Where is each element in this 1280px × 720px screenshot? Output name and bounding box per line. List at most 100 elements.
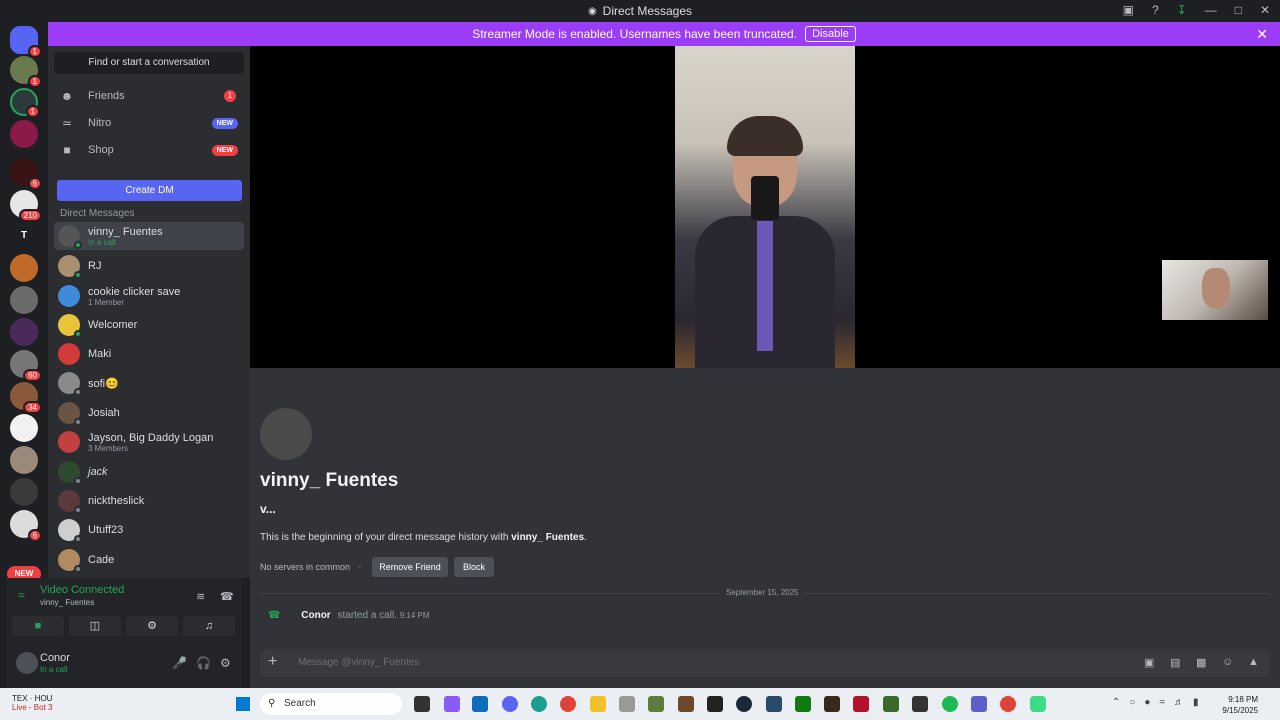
gif-icon[interactable]: ▤	[1170, 656, 1180, 669]
camera-button[interactable]: ■	[12, 616, 64, 636]
voice-channel[interactable]: vinny_ Fuentes	[40, 598, 94, 607]
copilot-icon[interactable]	[444, 696, 460, 712]
add-attachment-icon[interactable]: +	[268, 653, 277, 671]
app-icon[interactable]	[853, 696, 869, 712]
taskbar-search[interactable]: ⚲ Search	[260, 693, 402, 715]
server-icon[interactable]	[10, 478, 38, 506]
server-icon[interactable]: 1	[10, 56, 42, 88]
file-explorer-icon[interactable]	[590, 696, 606, 712]
history-beginning: This is the beginning of your direct mes…	[260, 532, 587, 543]
settings-gear-icon[interactable]: ⚙	[220, 656, 231, 670]
apps-icon[interactable]: ▲	[1248, 656, 1259, 668]
sticker-icon[interactable]: ▩	[1196, 656, 1206, 669]
disconnect-icon[interactable]: ☎	[220, 590, 234, 603]
avatar[interactable]	[16, 652, 38, 674]
dm-item[interactable]: Josiah	[54, 399, 244, 427]
activity-button[interactable]: ⚙	[126, 616, 178, 636]
app-icon[interactable]	[766, 696, 782, 712]
taskbar-clock[interactable]: 9:18 PM 9/15/2025	[1222, 694, 1258, 716]
avatar	[58, 490, 82, 514]
download-icon[interactable]: ↧	[1177, 3, 1187, 17]
inbox-icon[interactable]: ▣	[1123, 3, 1134, 17]
status-indicator	[74, 418, 82, 426]
dm-item[interactable]: nicktheslick	[54, 487, 244, 515]
block-button[interactable]: Block	[454, 557, 494, 577]
main-video-feed[interactable]	[675, 46, 855, 368]
dm-item[interactable]: Maki	[54, 340, 244, 368]
home-button[interactable]: 1	[10, 26, 42, 58]
server-icon[interactable]	[10, 254, 38, 282]
chrome-icon[interactable]	[560, 696, 576, 712]
emoji-icon[interactable]: ☺	[1222, 656, 1233, 668]
edge-icon[interactable]	[531, 696, 547, 712]
epic-games-icon[interactable]	[707, 696, 723, 712]
teams-icon[interactable]	[971, 696, 987, 712]
dm-item[interactable]: Welcomer	[54, 311, 244, 339]
server-icon[interactable]	[10, 446, 38, 474]
close-window-button[interactable]: ✕	[1260, 3, 1270, 17]
server-icon[interactable]	[10, 414, 38, 442]
server-icon[interactable]: 34	[10, 382, 42, 414]
server-icon[interactable]: 6	[10, 158, 42, 190]
app-icon[interactable]	[883, 696, 899, 712]
headphones-icon[interactable]: 🎧	[196, 656, 211, 670]
game-app-icon[interactable]	[648, 696, 664, 712]
signal-icon[interactable]: ≈	[18, 588, 25, 602]
nav-nitro[interactable]: ≃ Nitro NEW	[54, 111, 244, 135]
disable-streamer-button[interactable]: Disable	[805, 26, 856, 42]
dm-item[interactable]: vinny_ Fuentes In a call	[54, 222, 244, 250]
mouse-app-icon[interactable]	[619, 696, 635, 712]
avatar	[58, 519, 82, 543]
message-input[interactable]: Message @vinny_ Fuentes	[298, 657, 419, 668]
minecraft-icon[interactable]	[678, 696, 694, 712]
dm-item[interactable]: sofi😊	[54, 369, 244, 397]
xbox-icon[interactable]	[795, 696, 811, 712]
find-conversation-button[interactable]: Find or start a conversation	[54, 52, 244, 74]
server-icon[interactable]	[10, 286, 38, 314]
maximize-button[interactable]: □	[1235, 3, 1242, 17]
clock-date: 9/15/2025	[1222, 706, 1258, 715]
soundboard-button[interactable]: ♫	[183, 616, 235, 636]
app-icon[interactable]	[1030, 696, 1046, 712]
video-stage[interactable]	[250, 46, 1280, 368]
close-banner-icon[interactable]: ✕	[1256, 26, 1268, 43]
self-video-pip[interactable]	[1162, 260, 1268, 320]
dm-item[interactable]: cookie clicker save 1 Member	[54, 282, 244, 310]
message-composer[interactable]: + Message @vinny_ Fuentes ▣ ▤ ▩ ☺ ▲	[260, 649, 1270, 677]
system-tray[interactable]: ⌃○●≈♬▮	[1112, 697, 1207, 708]
server-icon[interactable]: 210	[10, 190, 42, 222]
unity-icon[interactable]	[912, 696, 928, 712]
nav-shop[interactable]: ■ Shop NEW	[54, 138, 244, 162]
taskview-icon[interactable]	[414, 696, 430, 712]
dm-item[interactable]: Utuff23	[54, 516, 244, 544]
nav-friends[interactable]: ☻ Friends 1	[54, 84, 244, 108]
game-icon[interactable]	[824, 696, 840, 712]
windows-start-icon[interactable]	[236, 697, 250, 711]
steam-icon[interactable]	[736, 696, 752, 712]
screen-share-button[interactable]: ◫	[69, 616, 121, 636]
server-icon[interactable]: T	[10, 222, 38, 250]
discord-taskbar-icon[interactable]	[502, 696, 518, 712]
dm-item[interactable]: RJ	[54, 252, 244, 280]
server-icon[interactable]: 60	[10, 350, 42, 382]
remove-friend-button[interactable]: Remove Friend	[372, 557, 448, 577]
weather-widget[interactable]: TEX · HOU Live - Bot 3	[12, 694, 52, 712]
gift-icon[interactable]: ▣	[1144, 656, 1154, 669]
profile-avatar[interactable]	[260, 408, 312, 460]
outlook-icon[interactable]	[472, 696, 488, 712]
server-icon[interactable]: 1	[10, 88, 40, 118]
create-dm-button[interactable]: Create DM	[57, 180, 242, 201]
server-icon[interactable]: 6	[10, 510, 42, 542]
dm-item[interactable]: Jayson, Big Daddy Logan 3 Members	[54, 428, 244, 456]
minimize-button[interactable]: —	[1205, 3, 1217, 17]
server-icon[interactable]	[10, 318, 38, 346]
call-user[interactable]: Conor	[301, 610, 330, 621]
chrome-icon[interactable]	[1000, 696, 1016, 712]
noise-suppression-icon[interactable]: ≋	[196, 590, 205, 603]
dm-item[interactable]: jack	[54, 458, 244, 486]
microphone-icon[interactable]: 🎤	[172, 656, 187, 670]
help-icon[interactable]: ?	[1152, 3, 1159, 17]
dm-item[interactable]: Cade	[54, 546, 244, 574]
server-icon[interactable]	[10, 120, 38, 148]
spotify-icon[interactable]	[942, 696, 958, 712]
